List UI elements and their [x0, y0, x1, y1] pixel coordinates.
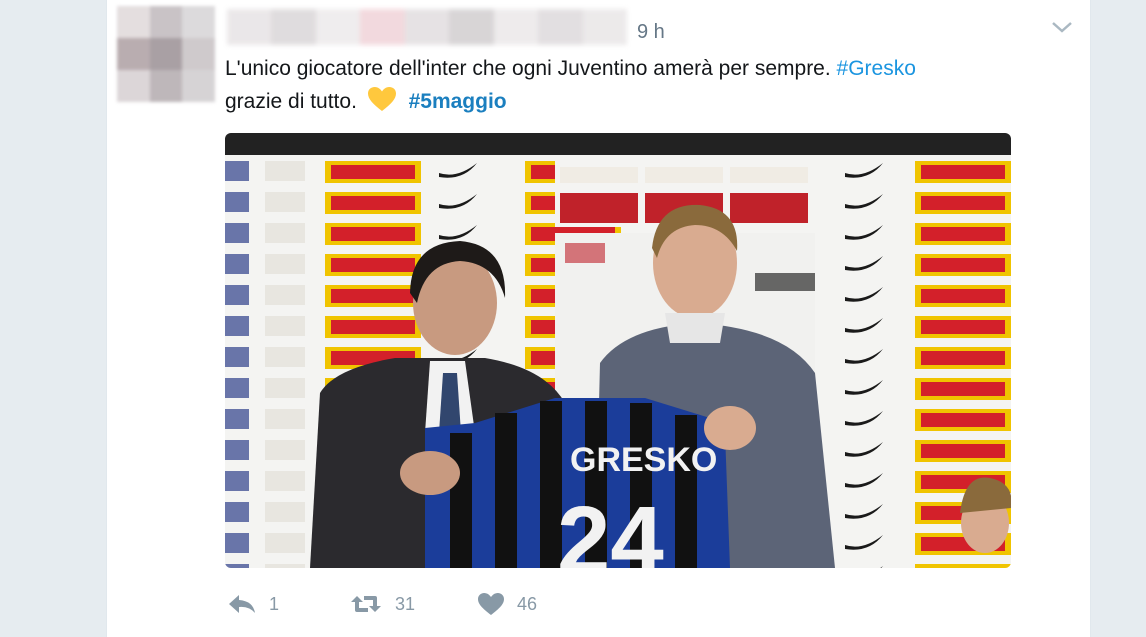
- like-button[interactable]: 46: [477, 592, 537, 616]
- jersey-number: 24: [557, 487, 664, 568]
- hashtag-5maggio[interactable]: #5maggio: [409, 90, 507, 113]
- reply-icon: [227, 593, 257, 615]
- tweet-photo[interactable]: GRESKO 24: [225, 133, 1011, 568]
- tweet-text: L'unico giocatore dell'inter che ogni Ju…: [225, 52, 1055, 118]
- reply-count: 1: [269, 593, 280, 614]
- tweet-actions: 1 31 46: [227, 588, 537, 620]
- reply-button[interactable]: 1: [227, 593, 279, 615]
- chevron-down-icon[interactable]: [1051, 20, 1073, 34]
- hashtag-gresko[interactable]: #Gresko: [837, 57, 916, 80]
- tweet-text-part2: grazie di tutto.: [225, 90, 357, 113]
- tweet-text-part1: L'unico giocatore dell'inter che ogni Ju…: [225, 57, 831, 80]
- like-count: 46: [517, 593, 538, 614]
- retweet-icon: [349, 593, 383, 615]
- avatar[interactable]: [117, 6, 215, 102]
- retweet-count: 31: [395, 593, 416, 614]
- retweet-button[interactable]: 31: [349, 593, 415, 615]
- heart-icon: [477, 592, 505, 616]
- tweet-card: 9 h L'unico giocatore dell'inter che ogn…: [106, 0, 1091, 637]
- author-name-redacted[interactable]: [227, 9, 627, 45]
- jersey-name: GRESKO: [570, 441, 717, 479]
- yellow-heart-icon: [367, 86, 397, 112]
- tweet-timestamp[interactable]: 9 h: [637, 21, 665, 44]
